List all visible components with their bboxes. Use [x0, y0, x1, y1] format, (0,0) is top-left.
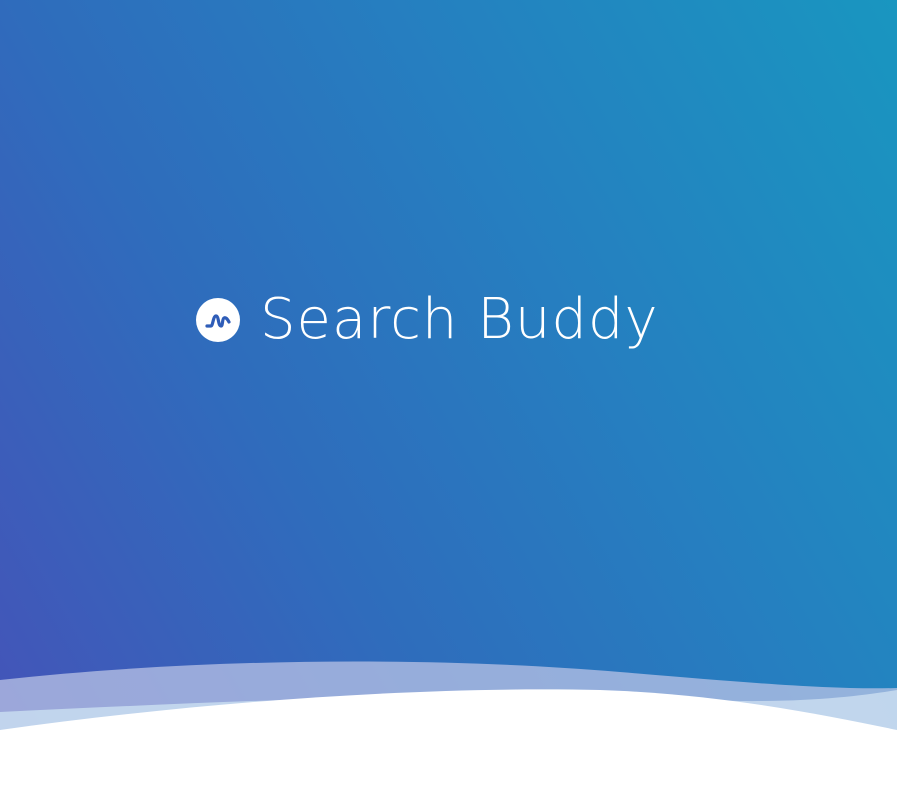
brand-lockup: Search Buddy: [196, 284, 659, 356]
bottom-wave-decoration: [0, 661, 897, 800]
wave-logo-icon: [196, 298, 240, 342]
splash-screen: Search Buddy: [0, 0, 897, 800]
app-title: Search Buddy: [260, 287, 659, 352]
